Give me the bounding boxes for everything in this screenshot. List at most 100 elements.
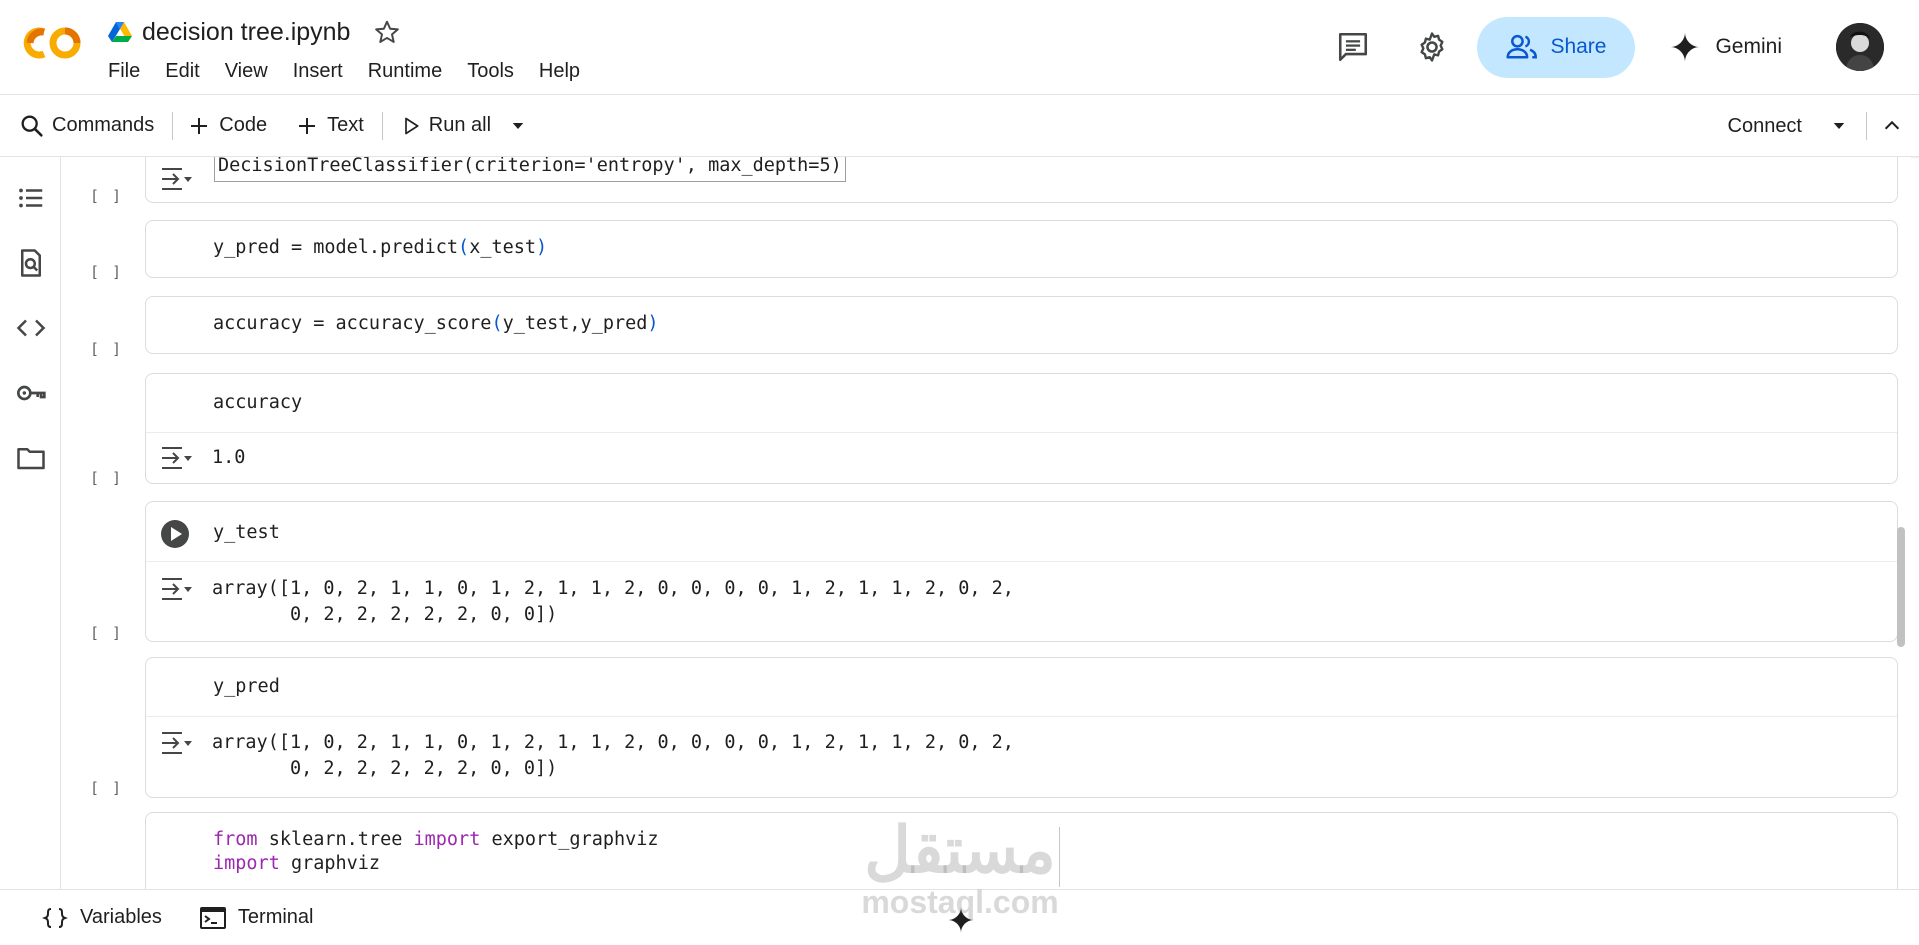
code-cell[interactable]: DecisionTreeClassifier(criterion='entrop… [145,157,1898,203]
code-cell[interactable]: y_test array([1, 0, 2, 1, 1, 0, 1, 2, 1,… [145,501,1898,642]
output-actions-icon[interactable] [160,445,192,471]
code-line: from sklearn.tree import export_graphviz [213,829,659,850]
paren: ) [536,237,548,258]
code-line: y_pred = model.predict(x_test) [213,237,547,258]
run-all-button[interactable]: Run all [401,106,491,146]
output-divider [146,561,1897,562]
variables-label: Variables [80,906,162,928]
gemini-sparkle-icon [1670,32,1701,62]
colab-logo[interactable] [20,22,86,64]
people-icon [1506,34,1538,59]
left-sidebar [0,157,61,889]
menu-insert[interactable]: Insert [293,60,343,83]
add-code-button[interactable]: Code [187,106,267,146]
variables-button[interactable]: Variables [42,906,162,930]
execution-count: [ ] [90,187,124,205]
menu-view[interactable]: View [225,60,268,83]
gemini-label: Gemini [1715,35,1782,58]
menu-tools[interactable]: Tools [467,60,514,83]
code-text: graphviz [279,853,381,874]
star-icon[interactable] [374,19,400,45]
find-replace-icon[interactable] [15,247,47,279]
toolbar-divider [1866,112,1867,140]
google-drive-icon[interactable] [108,21,132,43]
output-actions-icon[interactable] [160,576,192,602]
paren: ) [647,313,659,334]
cell-output-text: array([1, 0, 2, 1, 1, 0, 1, 2, 1, 1, 2, … [212,578,1014,599]
code-text: y_pred [213,676,280,697]
execution-count: [ ] [90,624,124,642]
cell-output-text: 0, 2, 2, 2, 2, 2, 0, 0]) [212,604,558,625]
menu-edit[interactable]: Edit [165,60,199,83]
bottom-bar: Variables Terminal [0,889,1919,945]
gemini-button[interactable]: Gemini [1669,31,1782,63]
execution-count: [ ] [90,340,124,358]
run-all-dropdown[interactable] [509,106,527,146]
code-text: export_graphviz [480,829,659,850]
notebook-title[interactable]: decision tree.ipynb [142,18,350,47]
commands-label: Commands [52,114,155,136]
code-text: y_test,y_pred [502,313,648,334]
connect-label: Connect [1727,114,1803,137]
comments-icon[interactable] [1335,29,1371,65]
code-label: Code [219,114,268,136]
connect-button[interactable]: Connect [1728,106,1803,146]
share-button[interactable]: Share [1477,16,1636,78]
table-of-contents-icon[interactable] [15,182,47,214]
code-text: sklearn.tree [257,829,414,850]
execution-count: [ ] [90,469,124,487]
execution-count: [ ] [90,263,124,281]
execution-count: [ ] [90,779,124,797]
code-snippets-icon[interactable] [15,312,47,344]
menu-file[interactable]: File [108,60,140,83]
toolbar-divider [381,111,383,140]
ruler-line [1059,827,1060,887]
app-header: decision tree.ipynb File Edit View Inser… [0,0,1919,95]
plus-icon [299,117,316,134]
terminal-button[interactable]: Terminal [199,906,313,930]
secrets-key-icon[interactable] [15,377,47,409]
menu-runtime[interactable]: Runtime [368,60,442,83]
code-cell[interactable]: accuracy 1.0 [145,373,1898,484]
code-text: accuracy = accuracy_score [213,313,492,334]
avatar[interactable] [1836,23,1884,71]
notebook-toolbar: Commands Code Text Run all Connect [0,95,1919,157]
menu-help[interactable]: Help [539,60,580,83]
paren: ( [458,237,470,258]
braces-icon [42,907,68,928]
play-icon [404,117,419,134]
code-line: import graphviz [213,853,380,874]
gemini-sparkle-icon[interactable] [947,906,975,934]
output-actions-icon[interactable] [160,730,192,756]
vertical-scrollbar[interactable] [1897,527,1905,647]
keyword: import [213,853,280,874]
toolbar-divider [172,111,174,140]
code-cell[interactable]: from sklearn.tree import export_graphviz… [145,812,1898,889]
output-divider [146,716,1897,717]
files-folder-icon[interactable] [15,442,47,474]
gear-icon[interactable] [1414,29,1450,65]
search-icon [21,115,43,137]
commands-button[interactable]: Commands [18,106,154,146]
cell-output-text: 0, 2, 2, 2, 2, 2, 0, 0]) [212,758,558,779]
run-all-label: Run all [428,114,492,136]
text-label: Text [327,114,364,136]
caret-down-icon [1833,123,1845,129]
chevron-up-icon [1884,120,1900,130]
keyword: from [213,829,258,850]
caret-down-icon [512,122,524,129]
code-text: y_pred = model.predict [213,237,459,258]
run-cell-icon[interactable] [160,519,190,549]
cell-output-text: 1.0 [212,447,246,468]
connect-dropdown[interactable] [1830,106,1848,146]
code-cell[interactable]: accuracy = accuracy_score(y_test,y_pred) [145,296,1898,354]
cell-output-text: array([1, 0, 2, 1, 1, 0, 1, 2, 1, 1, 2, … [212,732,1014,753]
code-cell[interactable]: y_pred = model.predict(x_test) [145,220,1898,278]
code-text: y_test [213,522,280,543]
share-label: Share [1550,35,1607,58]
add-text-button[interactable]: Text [295,106,364,146]
code-cell[interactable]: y_pred array([1, 0, 2, 1, 1, 0, 1, 2, 1,… [145,657,1898,798]
notebook-area: DecisionTreeClassifier(criterion='entrop… [61,157,1911,889]
collapse-header-button[interactable] [1881,106,1903,146]
output-actions-icon[interactable] [160,166,192,192]
